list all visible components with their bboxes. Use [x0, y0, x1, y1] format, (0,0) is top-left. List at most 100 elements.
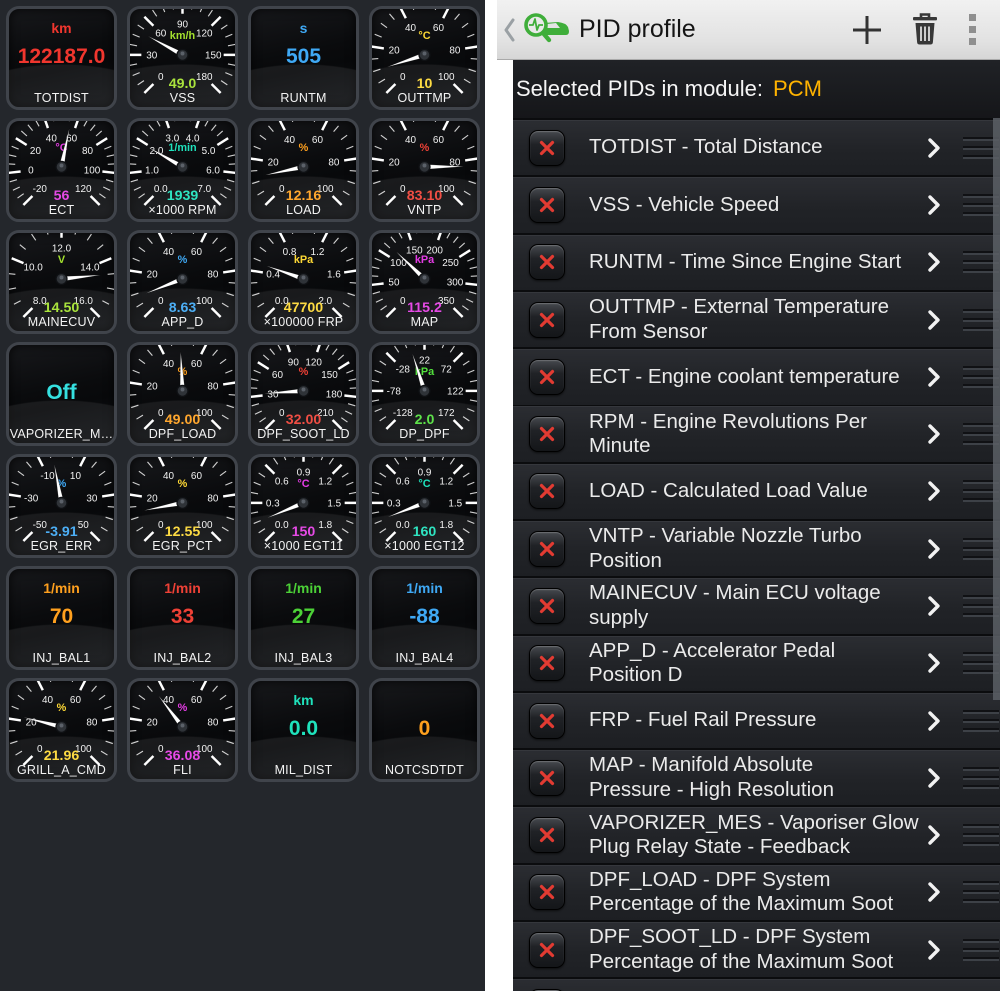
drag-handle-icon[interactable]	[963, 881, 999, 903]
gauge-tile-egr-pct[interactable]: 020406080100%12.55EGR_PCT	[127, 454, 238, 558]
drag-handle-icon[interactable]	[963, 767, 999, 789]
tile-label: MAP	[372, 315, 477, 329]
pid-row[interactable]: MAP - Manifold AbsolutePressure - High R…	[513, 750, 1000, 805]
svg-text:0.6: 0.6	[396, 477, 410, 488]
svg-text:20: 20	[147, 493, 159, 504]
gauge-tile-mainecuv[interactable]: 8.010.012.014.016.0V14.50MAINECUV	[6, 230, 117, 334]
svg-text:20: 20	[389, 45, 401, 56]
pid-row[interactable]: VSS - Vehicle Speed	[513, 177, 1000, 232]
pid-remove-checkbox[interactable]	[529, 531, 565, 567]
pid-row[interactable]: VAPORIZER_MES - Vaporiser GlowPlug Relay…	[513, 807, 1000, 862]
pid-row[interactable]: ECT - Engine coolant temperature	[513, 349, 1000, 404]
tile-value: 122187.0	[9, 45, 114, 69]
pid-row[interactable]: MAINECUV - Main ECU voltagesupply	[513, 578, 1000, 633]
plus-icon	[850, 13, 884, 47]
pid-remove-checkbox[interactable]	[529, 874, 565, 910]
svg-text:40: 40	[163, 247, 175, 258]
svg-text:1.0: 1.0	[145, 166, 159, 177]
pid-row[interactable]: OUTTMP - External TemperatureFrom Sensor	[513, 292, 1000, 347]
gauge-tile-dp-dpf[interactable]: -128-78-282272122172kPa2.0DP_DPF	[369, 342, 480, 446]
svg-text:%: %	[178, 478, 188, 490]
pid-remove-checkbox[interactable]	[529, 359, 565, 395]
gauge-tile-app-d[interactable]: 020406080100%8.63APP_D	[127, 230, 238, 334]
svg-text:83.10: 83.10	[407, 188, 443, 204]
red-x-icon	[537, 711, 557, 731]
gauge-tile--100000-frp[interactable]: 0.00.40.81.21.62.0kPa47700×100000 FRP	[248, 230, 359, 334]
gauge-tile--1000-egt11[interactable]: 0.00.30.60.91.21.51.8°C150×1000 EGT11	[248, 454, 359, 558]
chevron-right-icon	[927, 594, 941, 618]
tile-unit: s	[251, 20, 356, 36]
gauge-tile-fli[interactable]: 020406080100%36.08FLI	[127, 678, 238, 782]
pid-row[interactable]: VNTP - Variable Nozzle TurboPosition	[513, 521, 1000, 576]
add-pid-button[interactable]	[838, 6, 896, 54]
svg-text:0.6: 0.6	[275, 477, 289, 488]
drag-handle-icon[interactable]	[963, 710, 999, 732]
pid-remove-checkbox[interactable]	[529, 932, 565, 968]
gauge-tile-dpf-soot-ld[interactable]: 0306090120150180210%32.00DPF_SOOT_LD	[248, 342, 359, 446]
gauge-tile-outtmp[interactable]: 020406080100°C10OUTTMP	[369, 6, 480, 110]
svg-text:1.6: 1.6	[327, 269, 341, 280]
pid-row[interactable]: RUNTM - Time Since Engine Start	[513, 235, 1000, 290]
pid-remove-checkbox[interactable]	[529, 130, 565, 166]
back-icon[interactable]	[503, 17, 516, 43]
pid-row[interactable]: DP_DPF - Differential pressure on	[513, 979, 1000, 991]
tile-value: 0.0	[251, 717, 356, 741]
svg-text:0.3: 0.3	[266, 498, 280, 509]
gauge-tile-load[interactable]: 020406080100%12.16LOAD	[248, 118, 359, 222]
gauge-tile-vntp[interactable]: 020406080100%83.10VNTP	[369, 118, 480, 222]
svg-text:30: 30	[267, 390, 279, 401]
pid-remove-checkbox[interactable]	[529, 760, 565, 796]
pid-row[interactable]: DPF_SOOT_LD - DPF SystemPercentage of th…	[513, 922, 1000, 977]
drag-handle-icon[interactable]	[963, 939, 999, 961]
pid-remove-checkbox[interactable]	[529, 588, 565, 624]
gauge-tile-totdist[interactable]: km122187.0TOTDIST	[6, 6, 117, 110]
pid-label: VAPORIZER_MES - Vaporiser GlowPlug Relay…	[589, 811, 927, 860]
svg-text:90: 90	[288, 357, 300, 368]
gauge-tile-runtm[interactable]: s505RUNTM	[248, 6, 359, 110]
drag-handle-icon[interactable]	[963, 824, 999, 846]
pid-row[interactable]: RPM - Engine Revolutions PerMinute	[513, 406, 1000, 461]
pid-row[interactable]: DPF_LOAD - DPF SystemPercentage of the M…	[513, 865, 1000, 920]
pid-row[interactable]: TOTDIST - Total Distance	[513, 120, 1000, 175]
gauge-tile-notcsdtdt[interactable]: 0NOTCSDTDT	[369, 678, 480, 782]
gauge-tile-inj-bal4[interactable]: 1/min-88INJ_BAL4	[369, 566, 480, 670]
pid-label: MAINECUV - Main ECU voltagesupply	[589, 581, 927, 630]
svg-text:30: 30	[146, 50, 158, 61]
gauge-tile-ect[interactable]: -20020406080100120°C56ECT	[6, 118, 117, 222]
scrollbar-thumb[interactable]	[993, 118, 1000, 700]
gauge-tile--1000-egt12[interactable]: 0.00.30.60.91.21.51.8°C160×1000 EGT12	[369, 454, 480, 558]
pid-remove-checkbox[interactable]	[529, 302, 565, 338]
gauge-tile-inj-bal2[interactable]: 1/min33INJ_BAL2	[127, 566, 238, 670]
svg-text:150: 150	[292, 524, 316, 540]
gauge-tile-map[interactable]: 050100150200250300350kPa115.2MAP	[369, 230, 480, 334]
gauge-tile-inj-bal1[interactable]: 1/min70INJ_BAL1	[6, 566, 117, 670]
pid-remove-checkbox[interactable]	[529, 645, 565, 681]
svg-text:10: 10	[417, 76, 433, 92]
gauge-tile-dpf-load[interactable]: 020406080100%49.00DPF_LOAD	[127, 342, 238, 446]
pid-remove-checkbox[interactable]	[529, 703, 565, 739]
pid-row[interactable]: APP_D - Accelerator PedalPosition D	[513, 636, 1000, 691]
gauge-tile-grill-a-cmd[interactable]: 020406080100%21.96GRILL_A_CMD	[6, 678, 117, 782]
svg-text:20: 20	[389, 157, 401, 168]
pid-remove-checkbox[interactable]	[529, 244, 565, 280]
overflow-menu-button[interactable]	[954, 6, 990, 54]
pid-row[interactable]: LOAD - Calculated Load Value	[513, 464, 1000, 519]
red-x-icon	[537, 882, 557, 902]
delete-profile-button[interactable]	[896, 6, 954, 54]
gauge-tile-mil-dist[interactable]: km0.0MIL_DIST	[248, 678, 359, 782]
gauge-tile-inj-bal3[interactable]: 1/min27INJ_BAL3	[248, 566, 359, 670]
gauge-tile-vaporizer-m-[interactable]: OffVAPORIZER_M…	[6, 342, 117, 446]
pid-label: DPF_LOAD - DPF SystemPercentage of the M…	[589, 868, 927, 917]
pid-remove-checkbox[interactable]	[529, 187, 565, 223]
pid-row[interactable]: FRP - Fuel Rail Pressure	[513, 693, 1000, 748]
pid-remove-checkbox[interactable]	[529, 817, 565, 853]
svg-text:150: 150	[321, 370, 338, 381]
gauge-tile-egr-err[interactable]: -50-30-10103050%-3.91EGR_ERR	[6, 454, 117, 558]
pid-remove-checkbox[interactable]	[529, 416, 565, 452]
pid-remove-checkbox[interactable]	[529, 473, 565, 509]
svg-text:50: 50	[78, 520, 90, 531]
trash-icon	[910, 13, 940, 46]
red-x-icon	[537, 653, 557, 673]
gauge-tile-vss[interactable]: 0306090120150180km/h49.0VSS	[127, 6, 238, 110]
gauge-tile--1000-rpm[interactable]: 0.01.02.03.04.05.06.07.01/min1939×1000 R…	[127, 118, 238, 222]
